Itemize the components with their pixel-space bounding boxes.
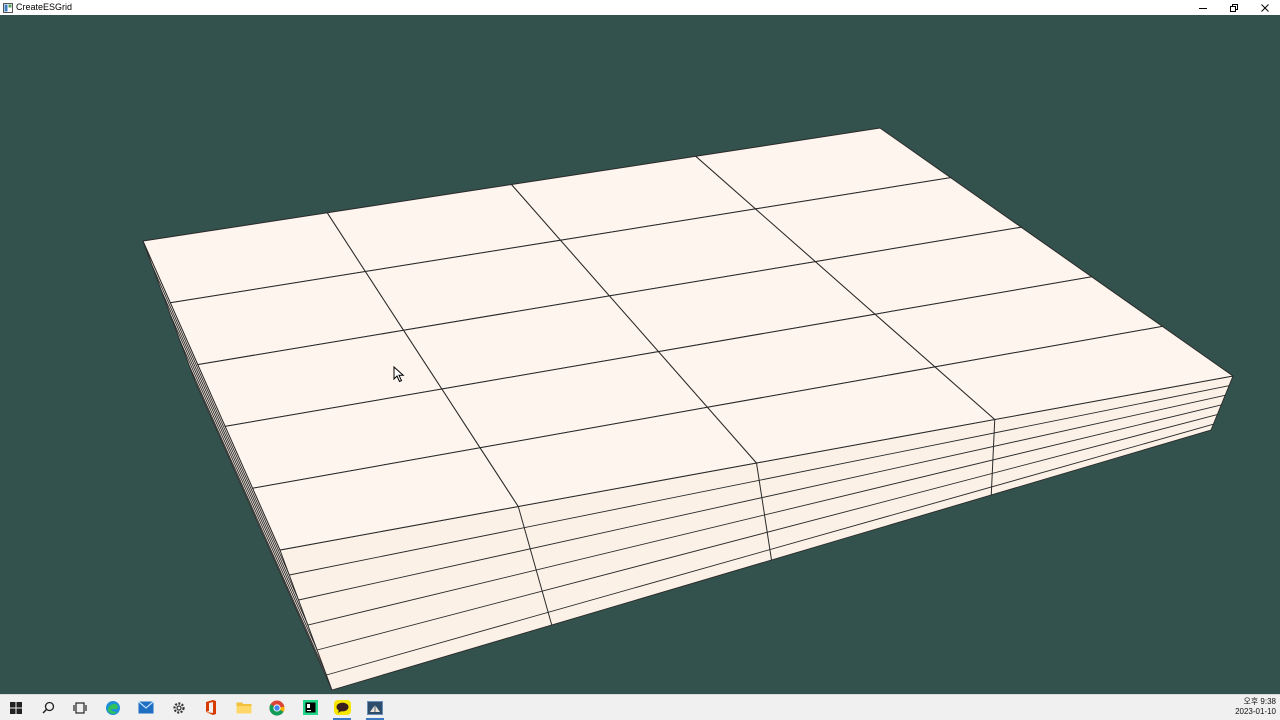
chrome-button[interactable]: [262, 695, 292, 720]
render-viewport[interactable]: [0, 15, 1280, 694]
grid-scene: [142, 127, 1235, 691]
mouse-cursor-icon: [393, 366, 405, 383]
title-bar: CreateESGrid: [0, 0, 1280, 15]
minimize-icon: [1198, 7, 1207, 9]
restore-button[interactable]: [1218, 0, 1249, 15]
edge-button[interactable]: [98, 695, 128, 720]
restore-icon: [1229, 3, 1238, 12]
app-window-icon: [3, 2, 13, 13]
window-title: CreateESGrid: [16, 2, 73, 12]
file-explorer-icon: [236, 702, 252, 714]
edge-icon: [106, 700, 120, 715]
close-icon: [1260, 3, 1269, 12]
office-button[interactable]: [196, 695, 226, 720]
clock-date: 2023-01-10: [1235, 707, 1276, 716]
search-button[interactable]: [33, 695, 63, 720]
taskbar-clock[interactable]: 오후 9:38 2023-01-10: [1235, 697, 1276, 717]
start-button[interactable]: [1, 695, 31, 720]
app-icon: [367, 700, 383, 715]
running-app-button[interactable]: [360, 695, 390, 720]
mail-icon: [138, 701, 154, 714]
close-button[interactable]: [1249, 0, 1280, 15]
search-icon: [41, 701, 54, 714]
minimize-button[interactable]: [1187, 0, 1218, 15]
pycharm-icon: [302, 700, 318, 715]
file-explorer-button[interactable]: [229, 695, 259, 720]
clock-time: 오후 9:38: [1243, 697, 1276, 706]
chrome-icon: [269, 700, 285, 716]
pycharm-button[interactable]: [295, 695, 325, 720]
kakaotalk-button[interactable]: [327, 695, 357, 720]
office-icon: [206, 700, 216, 715]
settings-button[interactable]: [164, 695, 194, 720]
task-view-button[interactable]: [65, 695, 95, 720]
settings-icon: [173, 701, 185, 714]
start-icon: [10, 701, 22, 714]
mail-button[interactable]: [131, 695, 161, 720]
taskbar: 오후 9:38 2023-01-10: [0, 694, 1280, 720]
kakaotalk-icon: [333, 700, 351, 715]
task-view-icon: [73, 701, 87, 714]
